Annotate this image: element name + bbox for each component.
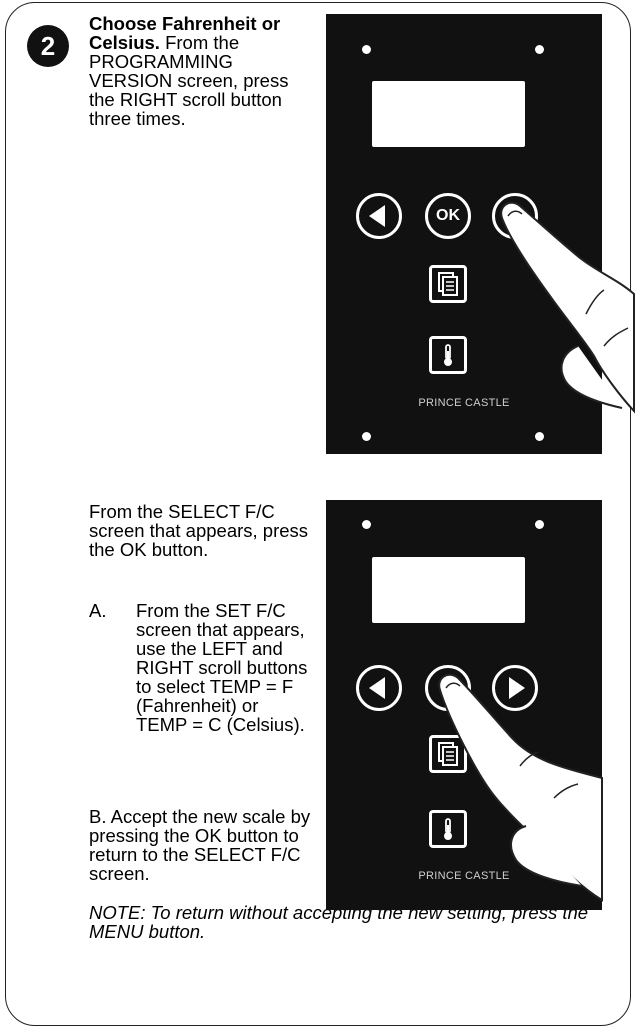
pointing-hand-icon xyxy=(438,673,603,902)
step-number-badge: 2 xyxy=(27,25,69,67)
screw-icon xyxy=(362,45,371,54)
ok-button[interactable]: OK xyxy=(425,193,471,239)
left-arrow-icon xyxy=(369,205,385,227)
left-scroll-button[interactable] xyxy=(356,193,402,239)
select-fc-text: From the SELECT F/C screen that appears,… xyxy=(89,501,309,560)
screw-icon xyxy=(535,520,544,529)
step-intro-text: Choose Fahrenheit or Celsius. From the P… xyxy=(89,14,314,128)
pointing-hand-icon xyxy=(500,201,635,414)
menu-icon xyxy=(438,272,458,296)
item-b-letter: B. xyxy=(89,806,107,827)
screw-icon xyxy=(362,520,371,529)
menu-button[interactable] xyxy=(429,265,467,303)
item-b-text: B. Accept the new scale by pressing the … xyxy=(89,807,319,883)
screw-icon xyxy=(535,45,544,54)
control-panel-2: PRINCE CASTLE xyxy=(326,500,603,910)
ok-label: OK xyxy=(436,207,460,224)
display-screen xyxy=(372,81,525,147)
temp-button[interactable] xyxy=(429,336,467,374)
item-b-body: Accept the new scale by pressing the OK … xyxy=(89,806,311,884)
screw-icon xyxy=(362,432,371,441)
left-arrow-icon xyxy=(369,677,385,699)
display-screen xyxy=(372,557,525,623)
thermometer-icon xyxy=(444,344,452,366)
left-scroll-button[interactable] xyxy=(356,665,402,711)
item-a-letter: A. xyxy=(89,600,107,621)
control-panel-1: OK PRINCE CASTLE xyxy=(326,14,635,454)
item-a-text: From the SET F/C screen that appears, us… xyxy=(136,600,308,735)
